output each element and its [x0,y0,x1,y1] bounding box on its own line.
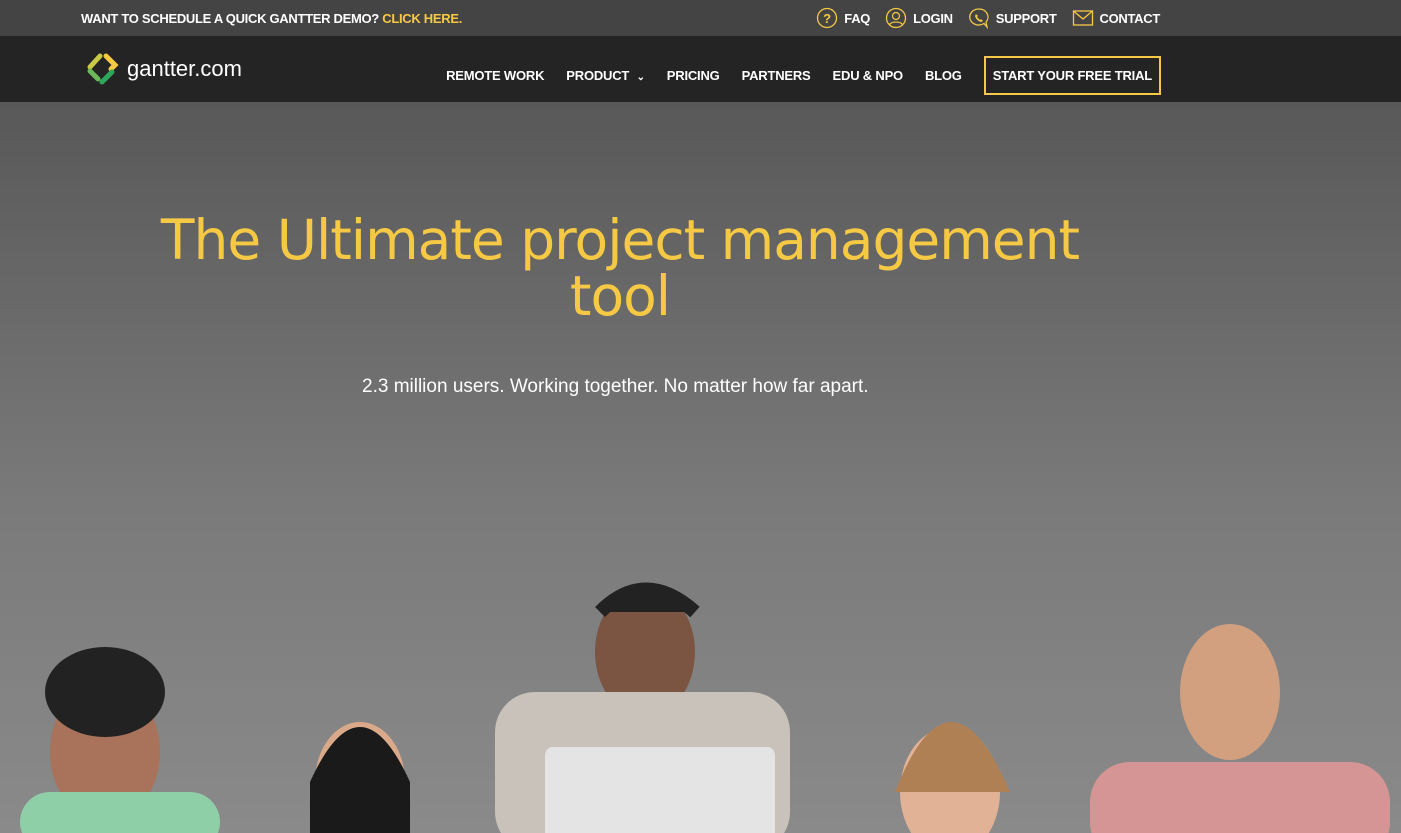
phone-chat-icon [968,8,989,29]
nav-remote-work[interactable]: REMOTE WORK [446,68,544,83]
chevron-down-icon: ⌄ [636,71,645,83]
main-nav: gantter.com REMOTE WORK PRODUCT ⌄ PRICIN… [0,36,1401,102]
faq-link[interactable]: ? FAQ [816,7,870,29]
question-circle-icon: ? [817,7,838,29]
hero-people-image [20,582,1390,833]
gantter-logo-icon [87,53,119,85]
login-link[interactable]: LOGIN [885,7,953,29]
hero: The Ultimate project management tool 2.3… [0,102,1401,833]
envelope-icon [1072,10,1093,26]
demo-promo: WANT TO SCHEDULE A QUICK GANTTER DEMO? C… [81,10,463,26]
top-bar: WANT TO SCHEDULE A QUICK GANTTER DEMO? C… [0,0,1401,36]
nav-pricing[interactable]: PRICING [667,68,720,83]
nav-product[interactable]: PRODUCT ⌄ [566,68,645,83]
nav-edu-npo[interactable]: EDU & NPO [833,68,904,83]
hero-subtitle: 2.3 million users. Working together. No … [362,376,869,397]
contact-link[interactable]: CONTACT [1072,7,1160,29]
svg-text:?: ? [823,11,831,26]
logo[interactable]: gantter.com [85,51,242,87]
nav-blog[interactable]: BLOG [925,68,962,83]
nav-partners[interactable]: PARTNERS [742,68,811,83]
hero-title: The Ultimate project management tool [160,208,1080,328]
start-free-trial-button[interactable]: START YOUR FREE TRIAL [983,55,1161,95]
user-icon [885,7,907,29]
demo-click-here-link[interactable]: CLICK HERE. [382,11,462,26]
support-link[interactable]: SUPPORT [968,7,1057,29]
